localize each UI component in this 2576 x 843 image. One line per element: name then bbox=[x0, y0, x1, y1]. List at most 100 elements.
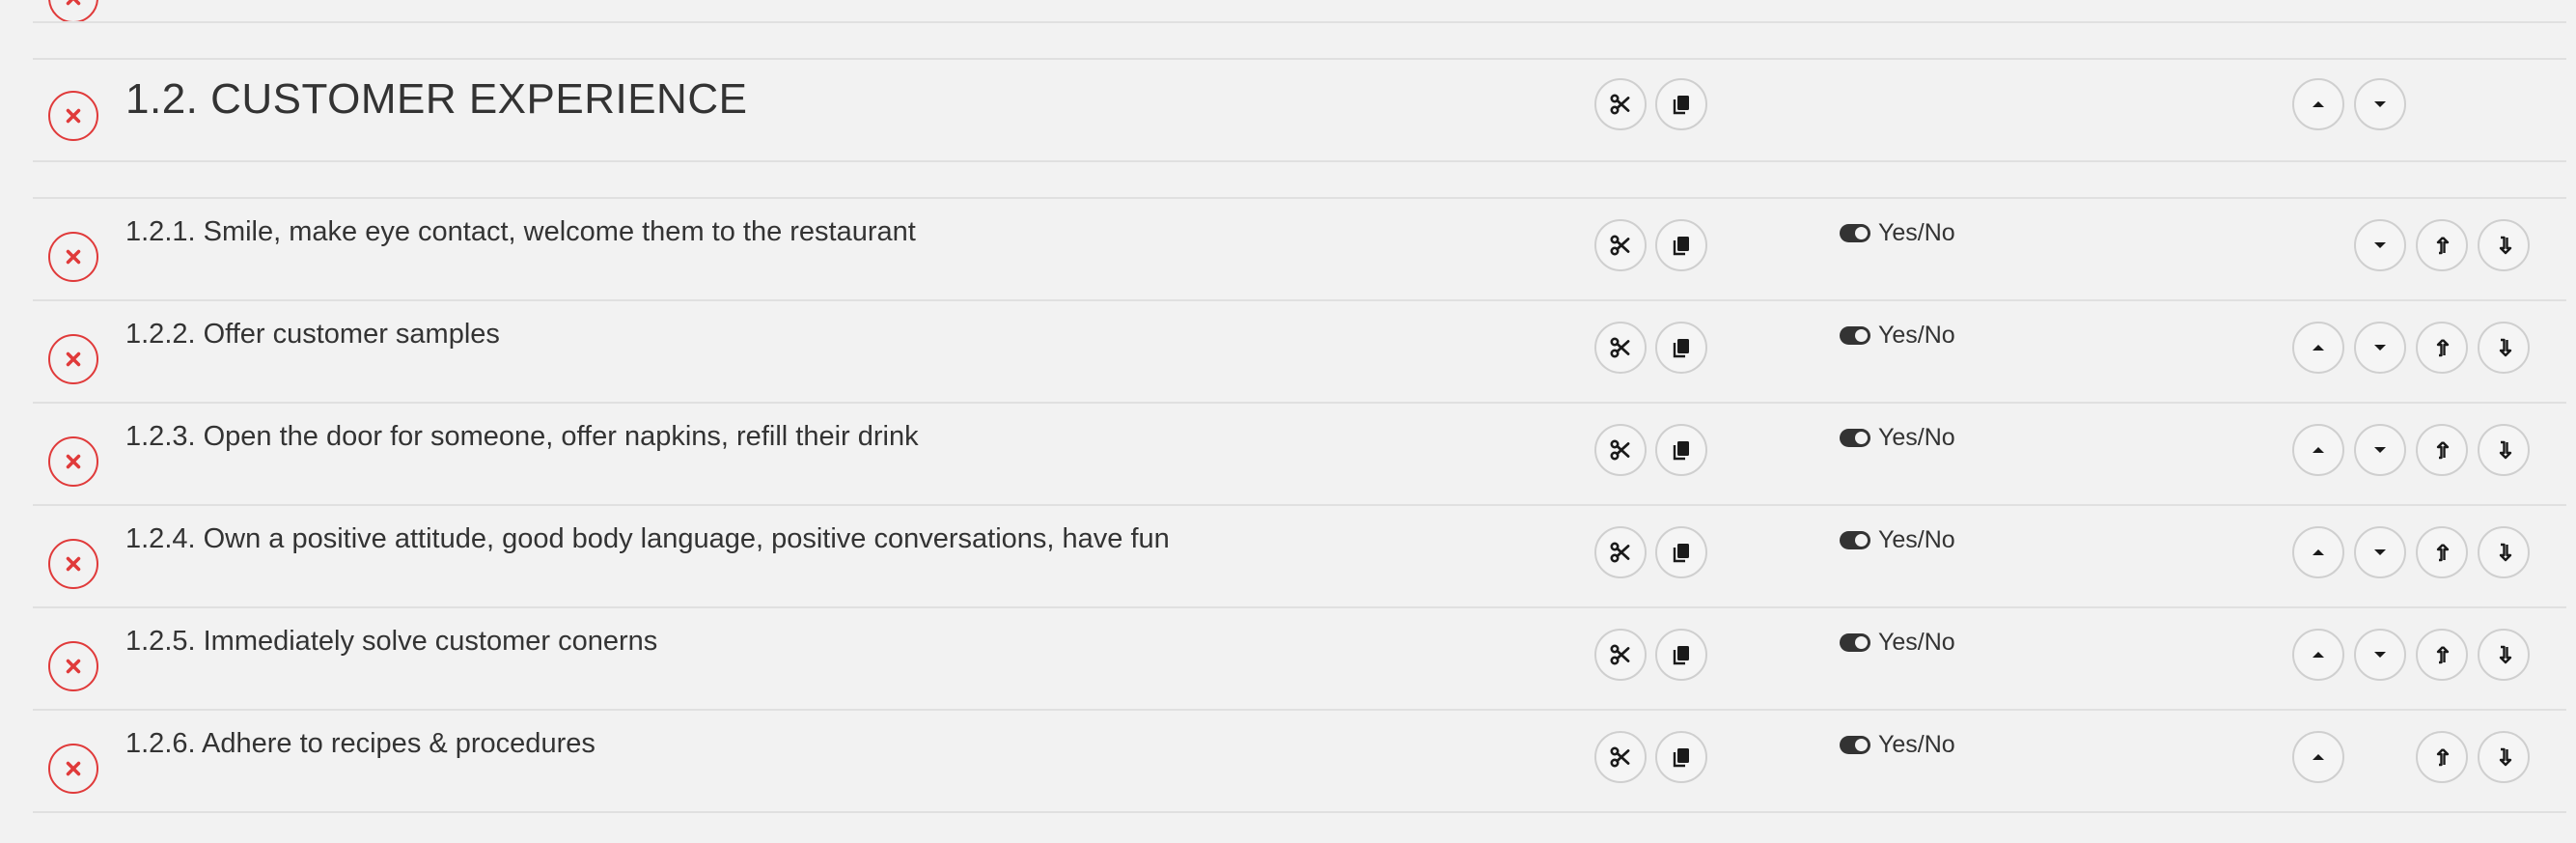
cut-button[interactable] bbox=[1594, 78, 1647, 130]
question-label[interactable]: 1.2.2. Offer customer samples bbox=[125, 319, 500, 351]
cut-button[interactable] bbox=[1594, 424, 1647, 476]
caret-down-icon bbox=[2374, 652, 2386, 658]
scissors-icon bbox=[1610, 94, 1630, 115]
delete-button[interactable] bbox=[48, 0, 98, 23]
question-row: 1.2.4. Own a positive attitude, good bod… bbox=[33, 504, 2566, 606]
question-label[interactable]: 1.2.4. Own a positive attitude, good bod… bbox=[125, 523, 1170, 555]
section-row: 1.2. CUSTOMER EXPERIENCE bbox=[33, 58, 2566, 160]
cut-button[interactable] bbox=[1594, 322, 1647, 374]
close-icon bbox=[66, 0, 81, 6]
copy-button[interactable] bbox=[1655, 629, 1707, 681]
copy-button[interactable] bbox=[1655, 526, 1707, 578]
question-label[interactable]: 1.2.3. Open the door for someone, offer … bbox=[125, 421, 919, 453]
outdent-button[interactable] bbox=[2416, 629, 2468, 681]
answer-type-label: Yes/No bbox=[1878, 219, 1955, 246]
move-up-button[interactable] bbox=[2292, 78, 2344, 130]
move-up-button[interactable] bbox=[2292, 424, 2344, 476]
caret-down-icon bbox=[2374, 345, 2386, 351]
scissors-icon bbox=[1610, 439, 1630, 461]
answer-type-toggle[interactable]: Yes/No bbox=[1840, 731, 1955, 759]
caret-up-icon bbox=[2313, 754, 2324, 760]
indent-button[interactable] bbox=[2478, 322, 2530, 374]
caret-down-icon bbox=[2374, 549, 2386, 555]
copy-button[interactable] bbox=[1655, 424, 1707, 476]
move-down-button[interactable] bbox=[2354, 219, 2406, 271]
answer-type-toggle[interactable]: Yes/No bbox=[1840, 424, 1955, 452]
section-title: 1.2. CUSTOMER EXPERIENCE bbox=[125, 75, 748, 123]
close-icon bbox=[66, 761, 81, 776]
toggle-on-icon bbox=[1840, 224, 1870, 242]
cut-button[interactable] bbox=[1594, 526, 1647, 578]
answer-type-toggle[interactable]: Yes/No bbox=[1840, 219, 1955, 247]
arrow-turn-up-icon bbox=[2436, 646, 2450, 664]
answer-type-label: Yes/No bbox=[1878, 424, 1955, 451]
close-icon bbox=[66, 249, 81, 265]
delete-question-button[interactable] bbox=[48, 436, 98, 487]
toggle-on-icon bbox=[1840, 429, 1870, 447]
divider bbox=[33, 160, 2566, 162]
answer-type-label: Yes/No bbox=[1878, 526, 1955, 553]
copy-icon bbox=[1673, 237, 1689, 256]
cut-button[interactable] bbox=[1594, 629, 1647, 681]
question-row: 1.2.3. Open the door for someone, offer … bbox=[33, 402, 2566, 504]
move-up-button[interactable] bbox=[2292, 526, 2344, 578]
delete-question-button[interactable] bbox=[48, 232, 98, 282]
indent-button[interactable] bbox=[2478, 526, 2530, 578]
copy-icon bbox=[1673, 441, 1689, 461]
caret-up-icon bbox=[2313, 549, 2324, 555]
copy-icon bbox=[1673, 96, 1689, 115]
arrow-turn-down-icon bbox=[2499, 645, 2512, 664]
copy-icon bbox=[1673, 339, 1689, 358]
copy-button[interactable] bbox=[1655, 731, 1707, 783]
answer-type-label: Yes/No bbox=[1878, 322, 1955, 349]
answer-type-toggle[interactable]: Yes/No bbox=[1840, 322, 1955, 350]
question-label[interactable]: 1.2.1. Smile, make eye contact, welcome … bbox=[125, 216, 916, 248]
delete-question-button[interactable] bbox=[48, 539, 98, 589]
indent-button[interactable] bbox=[2478, 424, 2530, 476]
delete-question-button[interactable] bbox=[48, 641, 98, 691]
outdent-button[interactable] bbox=[2416, 322, 2468, 374]
outdent-button[interactable] bbox=[2416, 424, 2468, 476]
delete-question-button[interactable] bbox=[48, 334, 98, 384]
question-label[interactable]: 1.2.6. Adhere to recipes & procedures bbox=[125, 728, 596, 760]
move-up-button[interactable] bbox=[2292, 731, 2344, 783]
answer-type-toggle[interactable]: Yes/No bbox=[1840, 629, 1955, 657]
arrow-turn-up-icon bbox=[2436, 237, 2450, 255]
close-icon bbox=[66, 454, 81, 469]
move-up-button[interactable] bbox=[2292, 322, 2344, 374]
copy-button[interactable] bbox=[1655, 78, 1707, 130]
move-down-button[interactable] bbox=[2354, 629, 2406, 681]
arrow-turn-down-icon bbox=[2499, 440, 2512, 460]
copy-icon bbox=[1673, 646, 1689, 665]
cut-button[interactable] bbox=[1594, 219, 1647, 271]
caret-up-icon bbox=[2313, 345, 2324, 351]
delete-section-button[interactable] bbox=[48, 91, 98, 141]
cut-button[interactable] bbox=[1594, 731, 1647, 783]
answer-type-label: Yes/No bbox=[1878, 731, 1955, 758]
indent-button[interactable] bbox=[2478, 629, 2530, 681]
copy-button[interactable] bbox=[1655, 219, 1707, 271]
arrow-turn-down-icon bbox=[2499, 747, 2512, 767]
question-label[interactable]: 1.2.5. Immediately solve customer conern… bbox=[125, 626, 657, 658]
divider bbox=[33, 811, 2566, 813]
copy-icon bbox=[1673, 544, 1689, 563]
copy-button[interactable] bbox=[1655, 322, 1707, 374]
move-up-button[interactable] bbox=[2292, 629, 2344, 681]
outdent-button[interactable] bbox=[2416, 219, 2468, 271]
checklist-editor: 1.2. CUSTOMER EXPERIENCE 1.2.1. Smile, m… bbox=[0, 0, 2576, 843]
move-down-button[interactable] bbox=[2354, 424, 2406, 476]
outdent-button[interactable] bbox=[2416, 526, 2468, 578]
close-icon bbox=[66, 556, 81, 572]
indent-button[interactable] bbox=[2478, 731, 2530, 783]
indent-button[interactable] bbox=[2478, 219, 2530, 271]
delete-question-button[interactable] bbox=[48, 744, 98, 794]
answer-type-toggle[interactable]: Yes/No bbox=[1840, 526, 1955, 554]
move-down-button[interactable] bbox=[2354, 526, 2406, 578]
close-icon bbox=[66, 351, 81, 367]
move-down-button[interactable] bbox=[2354, 322, 2406, 374]
question-row: 1.2.5. Immediately solve customer conern… bbox=[33, 606, 2566, 709]
outdent-button[interactable] bbox=[2416, 731, 2468, 783]
scissors-icon bbox=[1610, 746, 1630, 768]
arrow-turn-down-icon bbox=[2499, 338, 2512, 357]
move-down-button[interactable] bbox=[2354, 78, 2406, 130]
